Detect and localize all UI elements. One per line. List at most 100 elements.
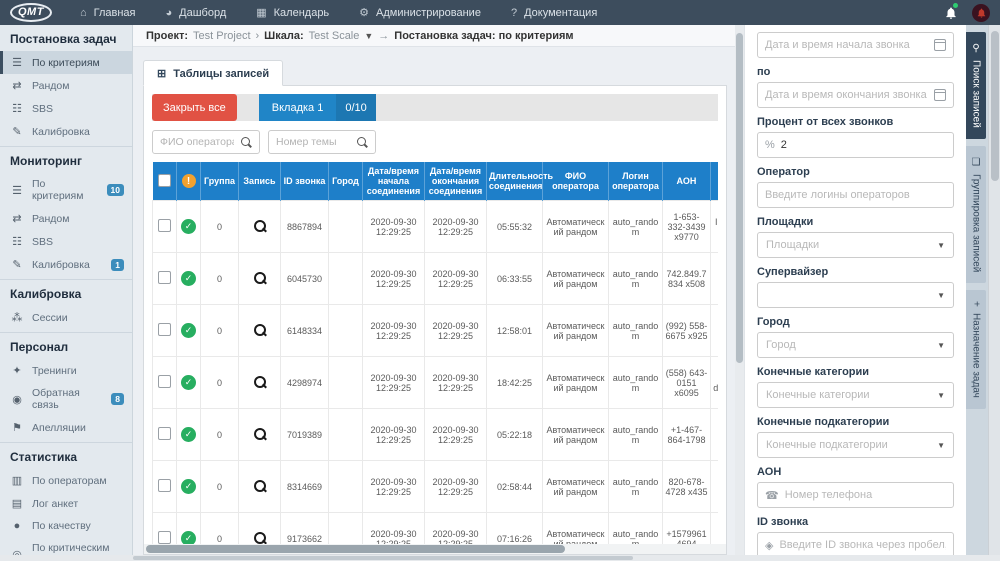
row-checkbox[interactable] bbox=[158, 427, 171, 440]
open-record-icon[interactable] bbox=[254, 532, 266, 544]
row-checkbox[interactable] bbox=[158, 479, 171, 492]
cell-start: 2020-09-30 12:29:25 bbox=[362, 356, 425, 409]
sidebar-item[interactable]: ● По качеству bbox=[0, 515, 132, 537]
app-window: QMT ⌂ Главная ◕ Дашборд ▦ Календарь ⚙ Ад… bbox=[0, 0, 1000, 561]
nav-menu-item[interactable]: ◕ Дашборд bbox=[165, 6, 226, 19]
phone-icon: ☎ bbox=[765, 489, 779, 502]
open-record-icon[interactable] bbox=[254, 220, 266, 232]
topic-search-input[interactable] bbox=[269, 136, 357, 148]
call-id-input[interactable] bbox=[779, 539, 946, 551]
open-record-icon[interactable] bbox=[254, 272, 266, 284]
sidebar-item[interactable]: ☷ SBS bbox=[0, 230, 132, 253]
cell-start: 2020-09-30 12:29:25 bbox=[362, 304, 425, 357]
row-checkbox[interactable] bbox=[158, 375, 171, 388]
city-select[interactable]: Город ▼ bbox=[757, 332, 954, 358]
sidebar-item-label: Рандом bbox=[32, 79, 70, 92]
nav-item-label: Главная bbox=[93, 6, 136, 19]
cell-call-id: 9173662 bbox=[280, 512, 329, 544]
sidebar-item[interactable]: ▥ По операторам bbox=[0, 469, 132, 492]
open-record-icon[interactable] bbox=[254, 376, 266, 388]
close-all-button[interactable]: Закрыть все bbox=[152, 94, 237, 121]
nav-menu-item[interactable]: ⌂ Главная bbox=[80, 6, 136, 19]
breadcrumb-scale-link[interactable]: Test Scale bbox=[309, 30, 360, 42]
sidebar-item[interactable]: ⇄ Рандом bbox=[0, 74, 132, 97]
sidebar-item[interactable]: ✎ Калибровка 1 bbox=[0, 253, 132, 276]
cell-duration: 12:58:01 bbox=[486, 304, 543, 357]
nav-menu-item[interactable]: ⚙ Администрирование bbox=[359, 6, 481, 20]
cell-group: 0 bbox=[200, 408, 239, 461]
sidebar-item-label: По критериям bbox=[32, 56, 100, 69]
cell-group: 0 bbox=[200, 252, 239, 305]
sidebar-item-label: По критическим ошибкам bbox=[32, 542, 110, 555]
row-checkbox[interactable] bbox=[158, 531, 171, 544]
open-record-icon[interactable] bbox=[254, 480, 266, 492]
sidebar-item[interactable]: ⁂ Сессии bbox=[0, 306, 132, 329]
sidebar-item[interactable]: ✎ Калибровка bbox=[0, 120, 132, 143]
page-scrollbar-thumb[interactable] bbox=[991, 31, 999, 181]
cell-operator: Автоматический рандом bbox=[542, 512, 609, 544]
content-scrollbar bbox=[735, 25, 744, 555]
content-scrollbar-thumb[interactable] bbox=[736, 33, 743, 363]
start-date-input[interactable] bbox=[765, 39, 928, 51]
sidebar-item[interactable]: ⚑ Апелляции bbox=[0, 416, 132, 439]
end-date-input[interactable] bbox=[765, 89, 928, 101]
cell-operator: Автоматический рандом bbox=[542, 356, 609, 409]
side-tab[interactable]: + Назначение задач bbox=[966, 290, 986, 409]
tab-vkladka-1[interactable]: Вкладка 1 0/10 bbox=[258, 94, 376, 121]
open-record-icon[interactable] bbox=[254, 428, 266, 440]
row-checkbox[interactable] bbox=[158, 271, 171, 284]
hscroll-thumb[interactable] bbox=[146, 545, 566, 553]
sidebar-item[interactable]: ◎ По критическим ошибкам bbox=[0, 537, 132, 555]
cell-start: 2020-09-30 12:29:25 bbox=[362, 512, 425, 544]
breadcrumb-project-link[interactable]: Test Project bbox=[193, 30, 250, 42]
tab-record-tables[interactable]: ⊞ Таблицы записей bbox=[143, 60, 284, 86]
final-categories-select[interactable]: Конечные категории ▼ bbox=[757, 382, 954, 408]
open-record-icon[interactable] bbox=[254, 324, 266, 336]
nav-menu-item[interactable]: ▦ Календарь bbox=[256, 6, 329, 20]
main-content: Проект: Test Project › Шкала: Test Scale… bbox=[133, 25, 735, 555]
sidebar-section-title: Калибровка bbox=[10, 287, 82, 301]
select-all-checkbox[interactable] bbox=[157, 173, 171, 187]
final-subcategories-select[interactable]: Конечные подкатегории ▼ bbox=[757, 432, 954, 458]
side-tab[interactable]: ⚲ Поиск записей bbox=[966, 32, 986, 139]
col-start: Дата/время начала соединения bbox=[362, 162, 425, 201]
operator-search-input[interactable] bbox=[153, 136, 241, 148]
sidebar-item[interactable]: ▤ Лог анкет bbox=[0, 492, 132, 515]
sidebar-item[interactable]: ◉ Обратная связь 8 bbox=[0, 382, 132, 416]
aon-label: АОН bbox=[757, 466, 782, 478]
calendar-icon[interactable] bbox=[934, 39, 946, 51]
col-operator: ФИО оператора bbox=[542, 162, 609, 201]
sidebar-item[interactable]: ☰ По критериям bbox=[0, 51, 132, 74]
qmt-logo[interactable]: QMT bbox=[10, 3, 52, 22]
cell-end: 2020-09-30 12:29:25 bbox=[424, 304, 487, 357]
status-ok-icon: ✓ bbox=[181, 323, 196, 338]
status-badge: 1 bbox=[111, 258, 124, 271]
row-checkbox[interactable] bbox=[158, 219, 171, 232]
sidebar-item[interactable]: ☷ SBS bbox=[0, 97, 132, 120]
user-avatar[interactable] bbox=[972, 3, 990, 22]
page-bottom-scrollbar-thumb[interactable] bbox=[133, 556, 633, 560]
scale-dropdown-caret-icon[interactable]: ▼ bbox=[364, 31, 373, 41]
nav-menu: ⌂ Главная ◕ Дашборд ▦ Календарь ⚙ Админи… bbox=[80, 6, 597, 20]
search-icon[interactable] bbox=[357, 136, 368, 148]
nav-menu-item[interactable]: ? Документация bbox=[511, 6, 597, 19]
sitemap-icon: ⁂ bbox=[11, 312, 23, 324]
side-tab-label: Поиск записей bbox=[970, 60, 982, 128]
calendar-icon[interactable] bbox=[934, 89, 946, 101]
notification-bell-icon[interactable] bbox=[944, 2, 958, 21]
supervisor-select[interactable]: ▼ bbox=[757, 282, 954, 308]
aon-input[interactable] bbox=[784, 489, 946, 501]
supervisor-label: Супервайзер bbox=[757, 266, 829, 278]
operator-logins-input[interactable] bbox=[765, 189, 946, 201]
cell-call-id: 8314669 bbox=[280, 460, 329, 513]
sites-select[interactable]: Площадки ▼ bbox=[757, 232, 954, 258]
sidebar-item[interactable]: ✦ Тренинги bbox=[0, 359, 132, 382]
sidebar-item[interactable]: ☰ По критериям 10 bbox=[0, 173, 132, 207]
percent-input[interactable] bbox=[780, 139, 946, 151]
search-icon[interactable] bbox=[241, 136, 252, 148]
info-icon: ! bbox=[181, 174, 196, 188]
cell-aon: 742.849.7834 x508 bbox=[662, 252, 711, 305]
sidebar-item[interactable]: ⇄ Рандом bbox=[0, 207, 132, 230]
side-tab[interactable]: ❏ Группировка записей bbox=[966, 145, 986, 284]
row-checkbox[interactable] bbox=[158, 323, 171, 336]
